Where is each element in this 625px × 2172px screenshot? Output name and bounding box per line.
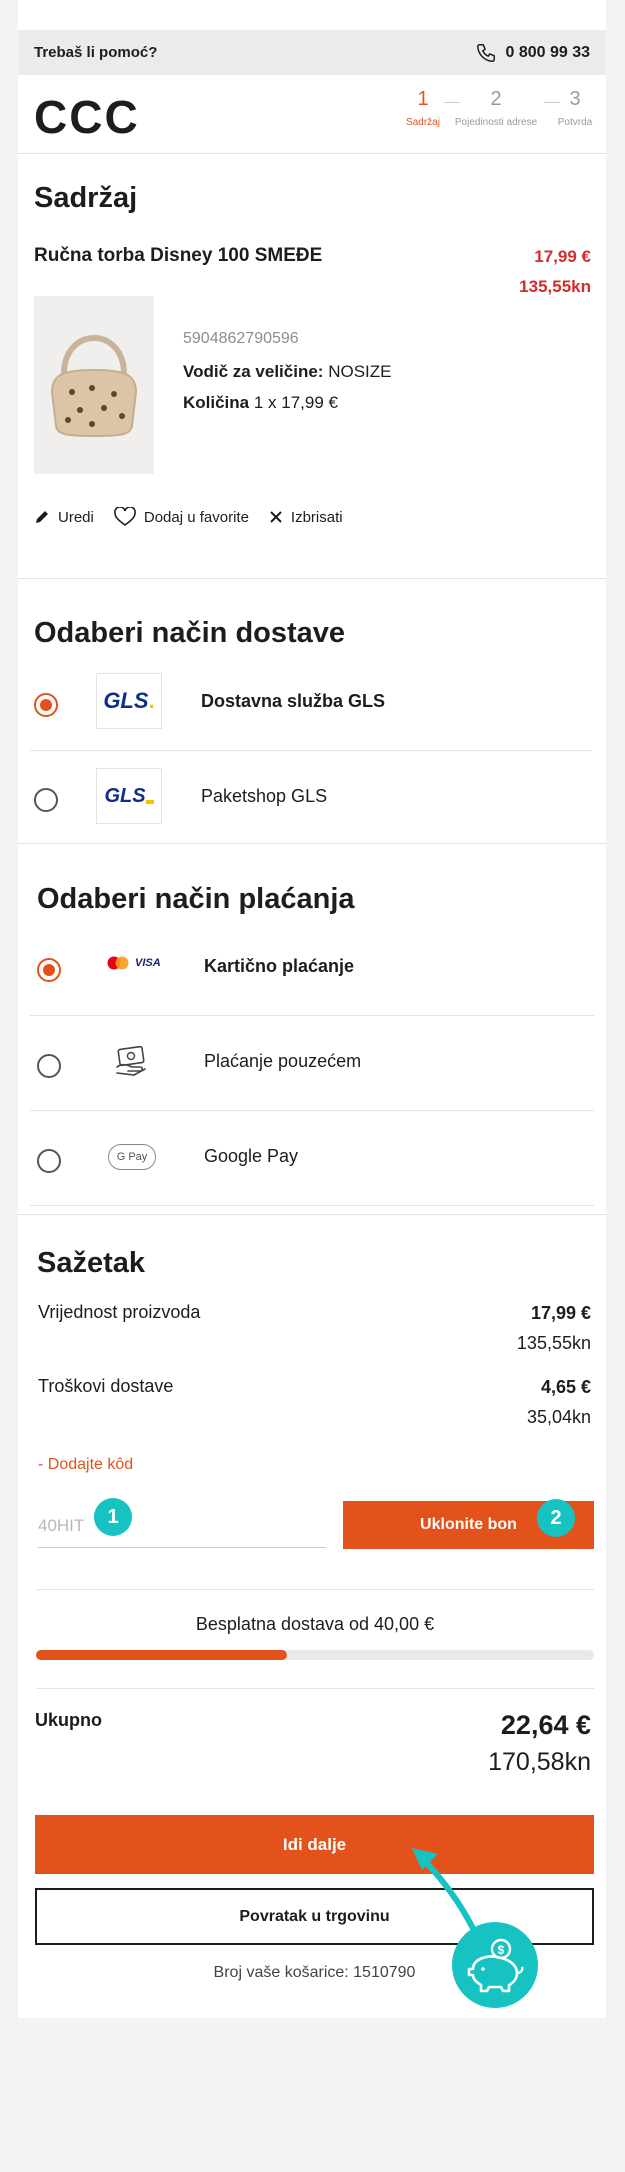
close-icon	[270, 511, 282, 523]
ccc-logo[interactable]: CCC	[34, 90, 140, 144]
step-label: Sadržaj	[406, 117, 440, 128]
gls-logo: GLS.	[96, 673, 162, 729]
product-value-eur: 17,99 €	[530, 1303, 591, 1323]
free-shipping-progress	[36, 1650, 594, 1660]
payment-option-label[interactable]: Google Pay	[204, 1146, 298, 1167]
shipping-cost-eur: 4,65 €	[540, 1377, 591, 1397]
piggy-bank-widget[interactable]: $	[452, 1922, 538, 2008]
step-confirmation: 3 Potvrda	[552, 88, 598, 128]
favorite-button[interactable]: Dodaj u favorite	[114, 507, 249, 527]
option-divider	[30, 1110, 594, 1111]
visa-text: VISA	[135, 957, 161, 969]
checkout-steps: 1 Sadržaj 2 Pojedinosti adrese 3 Potvrda	[398, 88, 598, 138]
total-eur: 22,64 €	[500, 1710, 591, 1740]
product-quantity: Količina 1 x 17,99 €	[183, 393, 338, 413]
heart-icon	[114, 507, 136, 526]
payment-option-label[interactable]: Kartično plaćanje	[204, 956, 354, 977]
edit-label: Uredi	[58, 508, 94, 526]
shipping-cost-label: Troškovi dostave	[38, 1376, 174, 1396]
step-content: 1 Sadržaj	[398, 88, 448, 128]
phone-number: 0 800 99 33	[505, 43, 590, 61]
gls-logo-text: GLS	[104, 784, 146, 807]
google-pay-icon: G Pay	[108, 1144, 156, 1170]
help-label: Trebaš li pomoć?	[34, 44, 158, 61]
free-shipping-text: Besplatna dostava od 40,00 €	[195, 1614, 435, 1634]
step-address: 2 Pojedinosti adrese	[450, 88, 542, 128]
product-actions: Uredi Dodaj u favorite Izbrisati	[34, 507, 343, 527]
summary-divider	[36, 1589, 594, 1590]
product-price-kn: 135,55kn	[519, 277, 591, 296]
quantity-label: Količina	[183, 393, 250, 412]
delivery-option-label[interactable]: Dostavna služba GLS	[201, 691, 385, 712]
delivery-radio-gls[interactable]	[34, 693, 58, 717]
option-divider	[30, 1205, 594, 1206]
summary-title: Sažetak	[37, 1247, 146, 1279]
annotation-badge-1: 1	[94, 1498, 132, 1536]
phone-link[interactable]: 0 800 99 33	[475, 42, 590, 64]
edit-button[interactable]: Uredi	[34, 509, 94, 526]
phone-icon	[477, 43, 496, 62]
annotation-badge-2: 2	[537, 1499, 575, 1537]
gls-bar	[145, 800, 154, 804]
option-divider	[30, 750, 592, 751]
delete-label: Izbrisati	[290, 508, 343, 526]
promo-code-input[interactable]: 40HIT	[38, 1500, 326, 1548]
free-shipping-progress-fill	[36, 1650, 288, 1660]
content-title: Sadržaj	[34, 182, 138, 214]
total-label: Ukupno	[35, 1710, 102, 1730]
payment-divider	[18, 1214, 606, 1215]
payment-radio-card[interactable]	[37, 958, 61, 982]
delivery-title: Odaberi način dostave	[34, 617, 346, 649]
product-size: Vodič za veličine: NOSIZE	[183, 362, 392, 382]
step-label: Pojedinosti adrese	[454, 117, 538, 128]
option-divider	[30, 1015, 594, 1016]
quantity-value: 1 x 17,99 €	[253, 393, 338, 412]
add-code-link[interactable]: - Dodajte kôd	[38, 1456, 133, 1474]
gls-logo-text: GLS	[103, 688, 149, 713]
total-kn: 170,58kn	[488, 1748, 591, 1776]
gpay-text: G Pay	[116, 1151, 148, 1163]
summary-divider	[36, 1688, 594, 1689]
card-icon: VISA	[107, 956, 161, 970]
cash-icon	[116, 1045, 146, 1076]
delete-button[interactable]: Izbrisati	[269, 509, 343, 526]
step-number: 3	[569, 88, 581, 110]
shipping-cost-kn: 35,04kn	[526, 1407, 591, 1427]
product-name[interactable]: Ručna torba Disney 100 SMEĐE	[34, 245, 322, 267]
piggy-bank-icon: $	[467, 1938, 524, 1993]
payment-radio-gpay[interactable]	[37, 1149, 61, 1173]
gls-dot: .	[148, 688, 155, 713]
payment-option-label[interactable]: Plaćanje pouzećem	[204, 1051, 361, 1072]
pencil-icon	[36, 511, 48, 523]
favorite-label: Dodaj u favorite	[143, 508, 249, 526]
step-label: Potvrda	[557, 117, 593, 128]
payment-radio-cash[interactable]	[37, 1054, 61, 1078]
continue-button[interactable]: Idi dalje	[35, 1815, 594, 1874]
delivery-option-label[interactable]: Paketshop GLS	[201, 786, 327, 807]
size-value: NOSIZE	[328, 362, 392, 381]
step-number: 2	[490, 88, 502, 110]
mastercard-icon	[107, 956, 129, 970]
content-divider	[18, 578, 606, 579]
product-value-label: Vrijednost proizvoda	[38, 1302, 201, 1322]
product-value-kn: 135,55kn	[516, 1333, 591, 1353]
product-ean: 5904862790596	[183, 330, 299, 347]
product-image[interactable]	[34, 296, 154, 474]
help-bar: Trebaš li pomoć? 0 800 99 33	[18, 30, 606, 75]
payment-title: Odaberi način plaćanja	[37, 883, 355, 915]
delivery-radio-paketshop[interactable]	[34, 788, 58, 812]
size-label: Vodič za veličine:	[183, 362, 324, 381]
svg-text:$: $	[498, 1943, 505, 1957]
delivery-divider	[18, 843, 606, 844]
gls-paketshop-logo: GLS	[96, 768, 162, 824]
header-divider	[18, 153, 606, 154]
step-number: 1	[417, 88, 429, 110]
product-price-eur: 17,99 €	[534, 247, 591, 266]
handbag-image	[50, 335, 138, 438]
